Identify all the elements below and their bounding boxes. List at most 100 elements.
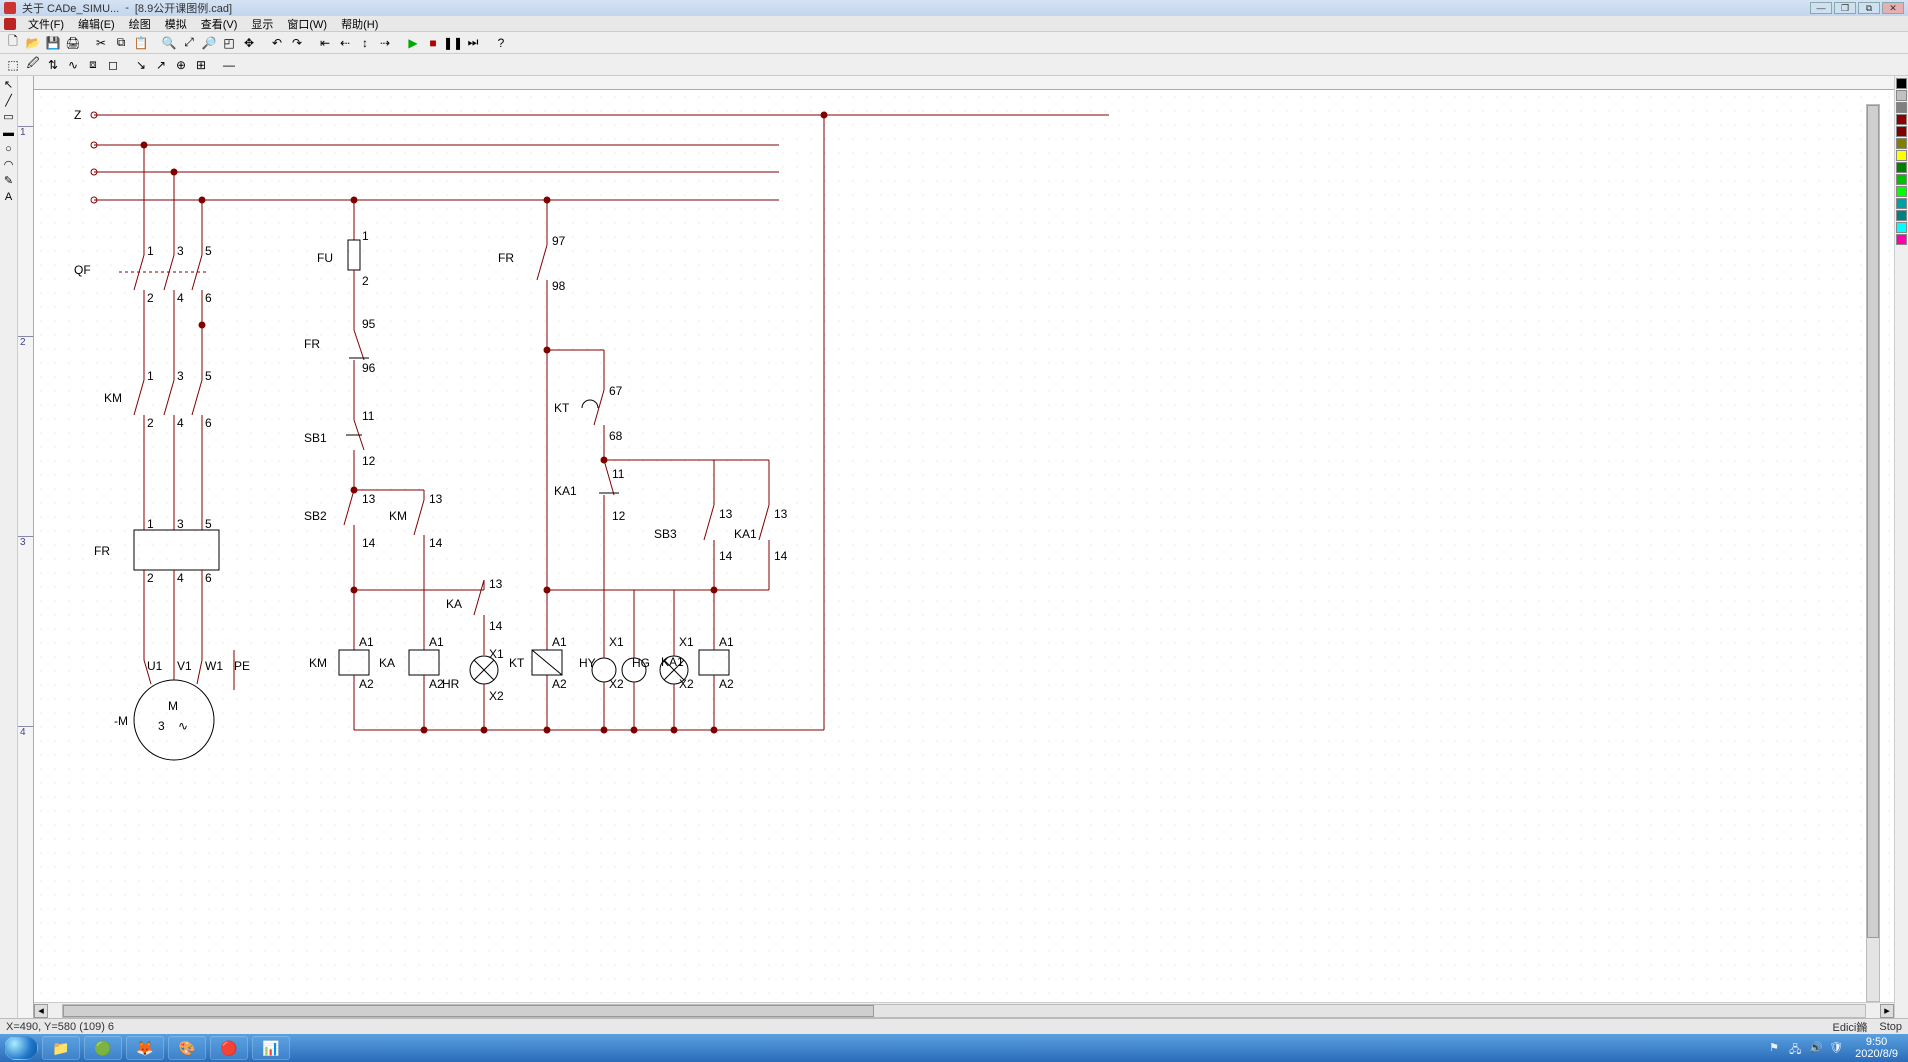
color-swatch[interactable] <box>1896 198 1907 209</box>
step-button[interactable]: ⏭ <box>464 34 482 52</box>
cut-button[interactable]: ✂ <box>92 34 110 52</box>
select-tool[interactable]: ↖ <box>2 78 16 92</box>
hscroll-right[interactable]: ▸ <box>1880 1004 1894 1018</box>
color-swatch[interactable] <box>1896 186 1907 197</box>
menu-display[interactable]: 显示 <box>245 16 279 32</box>
task-app[interactable]: 📁 <box>42 1036 80 1060</box>
arc-tool[interactable]: ◠ <box>2 158 16 172</box>
t2-2[interactable]: ⇅ <box>44 56 62 74</box>
color-swatch[interactable] <box>1896 114 1907 125</box>
run-button[interactable]: ▶ <box>404 34 422 52</box>
tray-flag-icon[interactable]: ⚑ <box>1769 1041 1783 1055</box>
copy-button[interactable]: ⧉ <box>112 34 130 52</box>
menu-view[interactable]: 查看(V) <box>195 16 244 32</box>
comp-fr: FR <box>94 544 110 558</box>
zoom-window-button[interactable]: ◰ <box>220 34 238 52</box>
task-app[interactable]: 🎨 <box>168 1036 206 1060</box>
taskbar-clock[interactable]: 9:50 2020/8/9 <box>1849 1036 1904 1060</box>
circle-tool[interactable]: ○ <box>2 142 16 156</box>
rect-tool[interactable]: ▭ <box>2 110 16 124</box>
t2-9[interactable]: ⊕ <box>172 56 190 74</box>
svg-text:X1: X1 <box>609 635 624 649</box>
mirror-h-button[interactable]: ⇤ <box>316 34 334 52</box>
menu-help[interactable]: 帮助(H) <box>335 16 384 32</box>
t2-7[interactable]: ↘ <box>132 56 150 74</box>
svg-text:2: 2 <box>147 416 154 430</box>
help-button[interactable]: ? <box>492 34 510 52</box>
svg-text:3: 3 <box>177 517 184 531</box>
hscroll-left[interactable]: ◂ <box>34 1004 48 1018</box>
svg-text:12: 12 <box>612 509 626 523</box>
menu-bar: 文件(F) 编辑(E) 绘图 模拟 查看(V) 显示 窗口(W) 帮助(H) <box>0 16 1908 32</box>
menu-file[interactable]: 文件(F) <box>22 16 70 32</box>
task-app[interactable]: 🦊 <box>126 1036 164 1060</box>
t2-10[interactable]: ⊞ <box>192 56 210 74</box>
task-app[interactable]: 🟢 <box>84 1036 122 1060</box>
color-swatch[interactable] <box>1896 126 1907 137</box>
svg-text:X2: X2 <box>679 677 694 691</box>
t2-0[interactable]: ⬚ <box>4 56 22 74</box>
task-app[interactable]: 🔴 <box>210 1036 248 1060</box>
fillrect-tool[interactable]: ▬ <box>2 126 16 140</box>
zoom-fit-button[interactable]: ⤢ <box>180 34 198 52</box>
color-swatch[interactable] <box>1896 222 1907 233</box>
svg-text:5: 5 <box>205 369 212 383</box>
mirror-v-button[interactable]: ⇠ <box>336 34 354 52</box>
zoom-in-button[interactable]: 🔍 <box>160 34 178 52</box>
color-swatch[interactable] <box>1896 138 1907 149</box>
vscroll-thumb[interactable] <box>1867 105 1879 938</box>
pencil-tool[interactable]: ✎ <box>2 174 16 188</box>
pause-button[interactable]: ❚❚ <box>444 34 462 52</box>
tray-network-icon[interactable]: 🖧 <box>1789 1041 1803 1055</box>
undo-button[interactable]: ↶ <box>268 34 286 52</box>
hscroll-thumb[interactable] <box>63 1005 874 1017</box>
color-swatch[interactable] <box>1896 78 1907 89</box>
color-swatch[interactable] <box>1896 90 1907 101</box>
coil-kt: KT <box>509 656 525 670</box>
color-swatch[interactable] <box>1896 150 1907 161</box>
t2-12[interactable]: — <box>220 56 238 74</box>
color-swatch[interactable] <box>1896 174 1907 185</box>
pan-button[interactable]: ✥ <box>240 34 258 52</box>
new-button[interactable]: 🗋 <box>4 34 22 52</box>
menu-sim[interactable]: 模拟 <box>159 16 193 32</box>
rotate-button[interactable]: ↕ <box>356 34 374 52</box>
vertical-scrollbar[interactable] <box>1866 104 1880 1002</box>
comp-ka1: KA1 <box>554 484 577 498</box>
menu-window[interactable]: 窗口(W) <box>281 16 333 32</box>
zoom-out-button[interactable]: 🔎 <box>200 34 218 52</box>
restore-button[interactable]: ⧉ <box>1858 2 1880 14</box>
schematic-canvas[interactable]: Z QF KM FR -M M 3 ∿ 135 246 135 246 135 … <box>34 90 1894 1002</box>
t2-1[interactable]: 🖉 <box>24 56 42 74</box>
paste-button[interactable]: 📋 <box>132 34 150 52</box>
color-swatch[interactable] <box>1896 210 1907 221</box>
redo-button[interactable]: ↷ <box>288 34 306 52</box>
task-app[interactable]: 📊 <box>252 1036 290 1060</box>
svg-text:A1: A1 <box>552 635 567 649</box>
open-button[interactable]: 📂 <box>24 34 42 52</box>
text-tool[interactable]: A <box>2 190 16 204</box>
color-swatch[interactable] <box>1896 162 1907 173</box>
t2-8[interactable]: ↗ <box>152 56 170 74</box>
close-button[interactable]: ✕ <box>1882 2 1904 14</box>
print-button[interactable]: 🖨 <box>64 34 82 52</box>
line-tool[interactable]: ╱ <box>2 94 16 108</box>
menu-draw[interactable]: 绘图 <box>123 16 157 32</box>
horizontal-scrollbar[interactable]: ◂ ▸ <box>34 1002 1894 1018</box>
maximize-button[interactable]: ❐ <box>1834 2 1856 14</box>
save-button[interactable]: 💾 <box>44 34 62 52</box>
t2-4[interactable]: ⧈ <box>84 56 102 74</box>
tray-sound-icon[interactable]: 🔊 <box>1809 1041 1823 1055</box>
menu-edit[interactable]: 编辑(E) <box>72 16 121 32</box>
align-button[interactable]: ⇢ <box>376 34 394 52</box>
tray-shield-icon[interactable]: 🛡 <box>1829 1041 1843 1055</box>
color-swatch[interactable] <box>1896 234 1907 245</box>
minimize-button[interactable]: — <box>1810 2 1832 14</box>
color-swatch[interactable] <box>1896 102 1907 113</box>
coil-ka: KA <box>379 656 395 670</box>
stop-button[interactable]: ■ <box>424 34 442 52</box>
svg-text:1: 1 <box>147 244 154 258</box>
t2-3[interactable]: ∿ <box>64 56 82 74</box>
t2-5[interactable]: ◻ <box>104 56 122 74</box>
start-button[interactable] <box>4 1036 38 1060</box>
